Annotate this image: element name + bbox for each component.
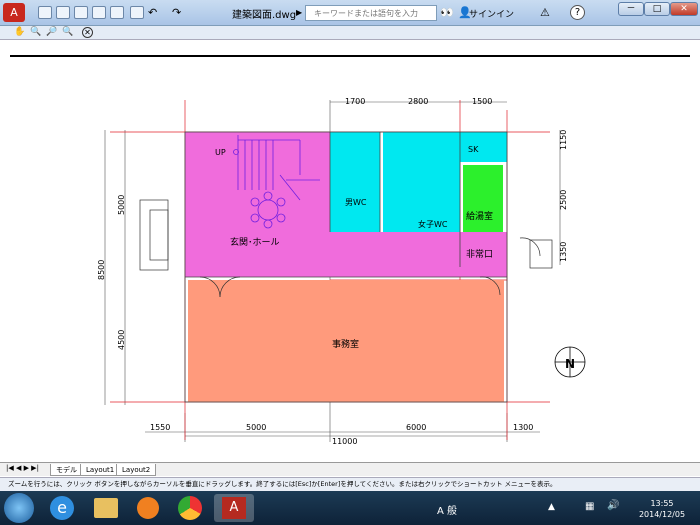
- save-icon[interactable]: [74, 6, 88, 19]
- dim-left-2: 8500: [97, 260, 106, 280]
- tab-model[interactable]: モデル: [50, 464, 83, 476]
- title-bar: A ↶ ↷ 建築図面.dwg ▶ 👀 👤 サインイン ⚠ ? － □ ✕: [0, 0, 700, 26]
- minimize-button[interactable]: －: [618, 2, 644, 16]
- navigation-toolbar: ✋ 🔍 🔎 🔍 ✕: [0, 26, 700, 40]
- save-as-icon[interactable]: [92, 6, 106, 19]
- label-exit: 非常口: [466, 248, 493, 260]
- north-label: N: [565, 357, 575, 371]
- dim-right-1: 1150: [559, 130, 568, 150]
- zoom-realtime-icon[interactable]: 🔍: [30, 27, 41, 38]
- dim-top-1: 1700: [345, 97, 365, 106]
- zoom-window-icon[interactable]: 🔎: [46, 27, 57, 38]
- start-button[interactable]: [4, 493, 34, 523]
- clock-time: 13:55: [650, 499, 674, 508]
- taskbar: e A A 般 ▲ ▦ 🔊: [0, 491, 700, 525]
- dim-bottom-2: 5000: [246, 423, 266, 432]
- dim-total: 11000: [332, 437, 357, 446]
- dim-left-3: 4500: [117, 330, 126, 350]
- media-player-icon[interactable]: [128, 494, 168, 522]
- exchange-icon[interactable]: ⚠: [540, 6, 550, 19]
- plot-icon[interactable]: [110, 6, 124, 19]
- show-hidden-icon[interactable]: ▲: [548, 502, 555, 512]
- tab-nav-icon[interactable]: |◀ ◀ ▶ ▶|: [6, 464, 39, 472]
- app-menu-icon[interactable]: A: [3, 3, 25, 22]
- tab-layout2[interactable]: Layout2: [116, 464, 157, 476]
- undo-icon[interactable]: ↶: [148, 6, 157, 19]
- dim-right-2: 2500: [559, 190, 568, 210]
- ie-icon[interactable]: e: [42, 494, 82, 522]
- explorer-icon[interactable]: [86, 494, 126, 522]
- dim-top-2: 2800: [408, 97, 428, 106]
- clock-date: 2014/12/05: [638, 510, 686, 519]
- label-sk: SK: [468, 145, 479, 154]
- label-mens-wc: 男WC: [345, 198, 367, 207]
- print-icon[interactable]: [130, 6, 144, 19]
- search-input[interactable]: [306, 6, 436, 20]
- binoculars-icon[interactable]: 👀: [440, 6, 454, 19]
- pan-icon[interactable]: ✋: [14, 27, 25, 38]
- maximize-button[interactable]: □: [644, 2, 670, 16]
- zoom-previous-icon[interactable]: 🔍: [62, 27, 73, 38]
- label-up: UP: [215, 148, 226, 157]
- title-text: 建築図面.dwg: [232, 10, 297, 21]
- chrome-icon[interactable]: [170, 494, 210, 522]
- floor-plan: UP 玄関･ホール 男WC 女子WC SK 給湯室 非常口 事務室 1700 2…: [97, 97, 586, 446]
- search-arrow-icon[interactable]: ▶: [296, 8, 302, 17]
- drawing-canvas[interactable]: UP 玄関･ホール 男WC 女子WC SK 給湯室 非常口 事務室 1700 2…: [10, 40, 690, 458]
- dim-top-3: 1500: [472, 97, 492, 106]
- network-icon[interactable]: ▦: [585, 501, 594, 512]
- label-hall: 玄関･ホール: [230, 236, 280, 248]
- ime-indicator[interactable]: A 般: [437, 502, 457, 517]
- dim-bottom-4: 1300: [513, 423, 533, 432]
- volume-icon[interactable]: 🔊: [607, 500, 619, 511]
- dim-right-3: 1350: [559, 242, 568, 262]
- command-line[interactable]: ズームを行うには、クリック ボタンを押しながらカーソルを垂直にドラッグします。終…: [0, 477, 700, 491]
- redo-icon[interactable]: ↷: [172, 6, 181, 19]
- signin-button[interactable]: サインイン: [469, 7, 514, 20]
- help-icon[interactable]: ?: [570, 5, 585, 20]
- autocad-taskbar-icon[interactable]: A: [214, 494, 254, 522]
- dim-bottom-1: 1550: [150, 423, 170, 432]
- new-icon[interactable]: [38, 6, 52, 19]
- dim-bottom-3: 6000: [406, 423, 426, 432]
- open-icon[interactable]: [56, 6, 70, 19]
- label-womens-wc: 女子WC: [418, 219, 448, 229]
- search-box[interactable]: [305, 5, 437, 21]
- dim-left-1: 5000: [117, 195, 126, 215]
- tab-layout1[interactable]: Layout1: [80, 464, 121, 476]
- label-office: 事務室: [332, 338, 359, 350]
- close-tool-icon[interactable]: ✕: [82, 27, 93, 38]
- close-button[interactable]: ✕: [670, 2, 698, 16]
- clock[interactable]: 13:55 2014/12/05: [627, 498, 697, 520]
- label-kitchen: 給湯室: [466, 210, 493, 222]
- layout-tabs: |◀ ◀ ▶ ▶| モデル Layout1 Layout2: [0, 462, 700, 476]
